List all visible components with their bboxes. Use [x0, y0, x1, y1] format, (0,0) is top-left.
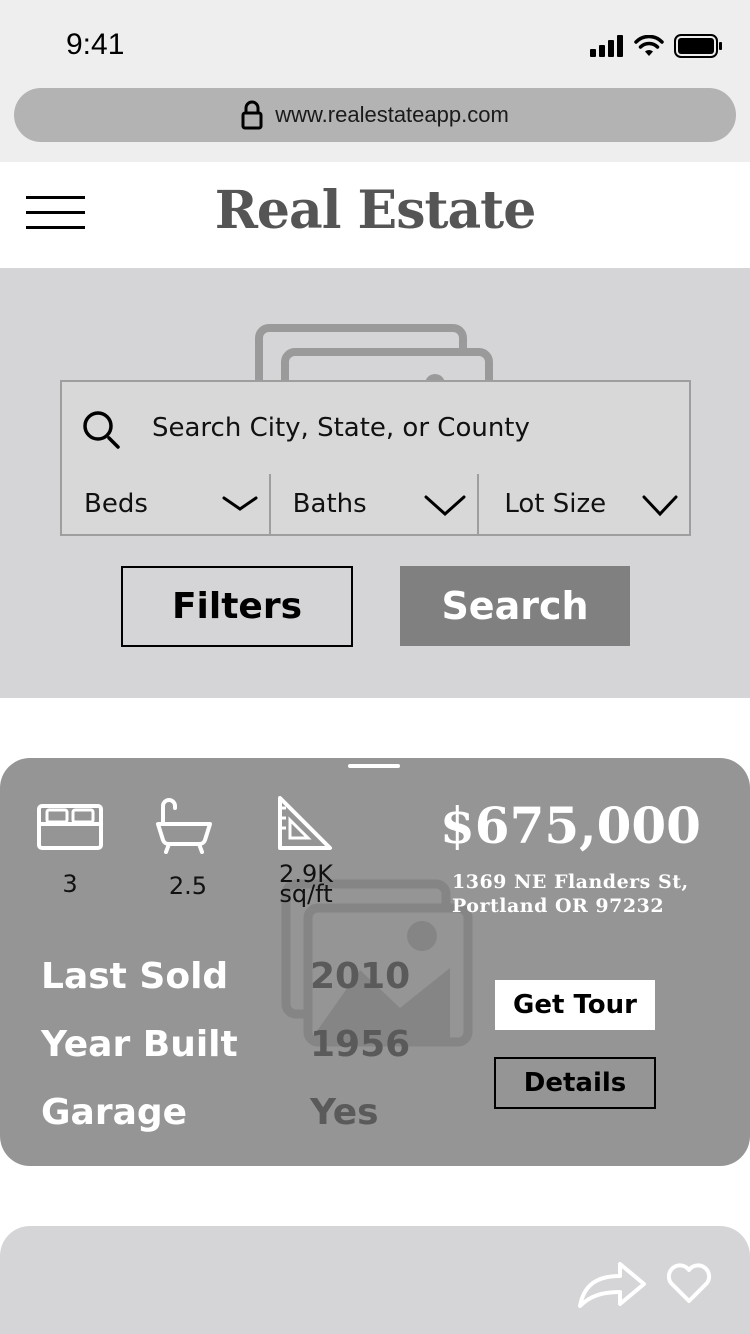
baths-dropdown-label: Baths — [292, 489, 367, 519]
wifi-icon — [634, 35, 664, 56]
battery-icon — [674, 34, 722, 58]
listing-card-2[interactable] — [0, 1226, 750, 1334]
stat-label-garage: Garage — [41, 1092, 188, 1133]
stat-value-garage: Yes — [310, 1092, 379, 1133]
area-size: 2.9K sq/ft — [266, 862, 346, 908]
chevron-down-icon — [424, 495, 466, 517]
stat-value-year-built: 1956 — [310, 1024, 411, 1065]
drag-handle[interactable] — [348, 764, 400, 768]
lock-icon — [241, 100, 263, 130]
area-unit: sq/ft — [279, 880, 333, 908]
app-header: Real Estate — [0, 162, 750, 268]
status-bar: 9:41 www.realestateapp.com — [0, 0, 750, 162]
search-icon — [83, 411, 120, 449]
chevron-down-icon — [642, 495, 678, 517]
lot-size-dropdown[interactable]: Lot Size — [479, 474, 689, 534]
beds-count: 3 — [62, 870, 78, 898]
get-tour-button[interactable]: Get Tour — [495, 980, 655, 1030]
heart-icon[interactable] — [666, 1262, 712, 1304]
stat-label-last-sold: Last Sold — [41, 956, 229, 997]
search-dropdowns: Beds Baths Lot Size — [60, 474, 691, 536]
details-button[interactable]: Details — [494, 1057, 656, 1109]
chevron-down-icon — [222, 496, 258, 511]
baths-dropdown[interactable]: Baths — [271, 474, 480, 534]
stat-label-year-built: Year Built — [41, 1024, 238, 1065]
app-title: Real Estate — [214, 180, 537, 241]
stat-value-last-sold: 2010 — [310, 956, 411, 997]
beds-dropdown[interactable]: Beds — [62, 474, 271, 534]
beds-dropdown-label: Beds — [84, 489, 148, 519]
filters-button[interactable]: Filters — [121, 566, 353, 647]
search-input[interactable] — [152, 382, 682, 474]
share-icon[interactable] — [576, 1260, 648, 1310]
image-placeholder-icon — [255, 324, 493, 384]
status-time: 9:41 — [66, 28, 125, 61]
address-line-1: 1369 NE Flanders St, — [452, 871, 689, 893]
bed-icon — [37, 804, 103, 850]
status-icons — [590, 34, 722, 58]
url-text: www.realestateapp.com — [275, 102, 509, 127]
cellular-signal-icon — [590, 35, 623, 57]
set-square-ruler-icon — [278, 796, 332, 850]
search-button[interactable]: Search — [400, 566, 630, 646]
listing-price: $675,000 — [440, 796, 701, 855]
bathtub-icon — [156, 798, 212, 854]
address-bar[interactable]: www.realestateapp.com — [14, 88, 736, 142]
listing-card[interactable]: 3 2.5 2.9K sq/ft $675,000 1369 NE Flande… — [0, 758, 750, 1166]
baths-count: 2.5 — [168, 872, 208, 900]
search-hero: Beds Baths Lot Size Filters Search — [0, 268, 750, 698]
address-line-2: Portland OR 97232 — [452, 895, 665, 917]
lot-size-dropdown-label: Lot Size — [504, 489, 607, 519]
search-box[interactable] — [60, 380, 691, 476]
listing-address: 1369 NE Flanders St, Portland OR 97232 — [452, 870, 689, 918]
